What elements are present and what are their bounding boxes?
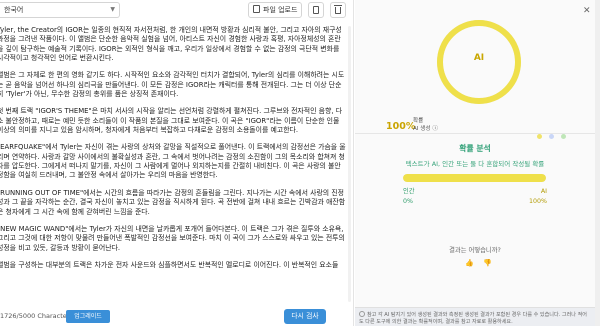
document-icon <box>313 6 319 14</box>
human-stat: 인간 0% <box>403 187 415 207</box>
trash-icon <box>334 5 342 14</box>
gauge-label: AI <box>473 53 485 63</box>
info-icon <box>359 311 365 317</box>
legend-dot-blue <box>549 134 555 139</box>
paragraph: 앨범은 그 자체로 한 편의 영화 같기도 하다. 시작적인 요소와 감각적인 … <box>0 71 345 99</box>
info-icon[interactable]: ⓘ <box>432 126 438 132</box>
paragraph: "EARFQUAKE"에서 Tyler는 자신이 겪는 사랑의 상처와 갈망을 … <box>0 143 346 180</box>
editor-scrollbar[interactable] <box>348 26 351 302</box>
paragraph: "NEW MAGIC WAND"에서는 Tyler가 자신의 내면을 날카롭게 … <box>0 224 345 252</box>
legend-dot-green <box>561 134 567 139</box>
ai-gauge: AI <box>434 17 524 107</box>
file-upload-button[interactable]: 파일 업로드 <box>248 2 302 18</box>
file-icon <box>253 5 260 13</box>
close-icon[interactable]: ✕ <box>583 6 591 16</box>
analysis-title: 확률 분석 <box>459 144 491 153</box>
human-label: 인간 <box>403 188 415 195</box>
probability-label: 확률 AI 생성 ⓘ <box>413 117 438 133</box>
editor-toolbar: 한국어 ▼ 파일 업로드 <box>0 0 354 22</box>
probability-bar <box>403 174 546 182</box>
file-upload-label: 파일 업로드 <box>263 6 298 14</box>
thumbs-down-icon[interactable]: 👎 <box>483 259 492 267</box>
editor-panel: 한국어 ▼ 파일 업로드 Tyler, the Creator의 IGOR는 일… <box>0 0 354 326</box>
delete-button[interactable] <box>330 2 346 18</box>
paragraph: Tyler, the Creator의 IGOR는 일종의 현직적 자서전처럼,… <box>0 26 342 63</box>
analysis-description: 텍스트가 AI, 인간 또는 둘 다 혼합되어 작성될 확률 <box>405 160 545 168</box>
thumbs-up-icon[interactable]: 👍 <box>465 259 474 267</box>
disclaimer-text: 참고 각 AI 탐지기 있어 생성된 결과와 측정된 생성된 결과가 포함된 경… <box>359 312 587 325</box>
probability-label-line1: 확률 <box>413 118 424 124</box>
feedback-question: 결과는 어떻습니까? <box>449 247 501 254</box>
character-count: 1726/5000 Characters <box>0 312 73 320</box>
language-value: 한국어 <box>4 6 24 14</box>
editor-footer: 1726/5000 Characters 업그레이드 다시 검사 <box>0 308 354 326</box>
paragraph: "RUNNING OUT OF TIME"에서는 시간의 흐름을 따라가는 감정… <box>0 188 346 216</box>
ai-stat: AI 100% <box>515 187 547 207</box>
chevron-down-icon: ▼ <box>110 6 115 13</box>
text-editor[interactable]: Tyler, the Creator의 IGOR는 일종의 현직적 자서전처럼,… <box>0 26 350 302</box>
divider <box>355 133 595 134</box>
probability-bar-fill <box>403 174 546 182</box>
ai-value: 100% <box>528 198 547 205</box>
result-card: AI 100% 확률 AI 생성 ⓘ <box>381 14 577 139</box>
ai-percentage: 100% <box>386 121 416 132</box>
probability-label-line2: AI 생성 <box>413 126 431 132</box>
feedback-buttons: 👍 👎 <box>465 259 499 267</box>
language-select[interactable]: 한국어 ▼ <box>0 2 120 18</box>
copy-button[interactable] <box>308 2 324 18</box>
recheck-button[interactable]: 다시 검사 <box>284 309 326 324</box>
ai-label: AI <box>540 188 547 195</box>
upgrade-button[interactable]: 업그레이드 <box>66 310 110 323</box>
legend-dot-yellow <box>537 134 542 139</box>
paragraph: 앨범을 구성하는 대부분의 트랙은 차가운 전자 사운드와 심플하면서도 반복적… <box>0 260 339 269</box>
human-value: 0% <box>403 198 413 205</box>
result-scrollbar[interactable] <box>595 0 600 326</box>
paragraph: 첫 번째 트랙 "IGOR'S THEME"은 마치 서사의 시작을 알리는 선… <box>0 107 343 135</box>
result-panel: ✕ AI 100% 확률 AI 생성 ⓘ 확률 분석 텍스트가 AI, 인간 또… <box>355 0 600 326</box>
disclaimer-note: 참고 각 AI 탐지기 있어 생성된 결과와 측정된 생성된 결과가 포함된 경… <box>355 307 595 326</box>
